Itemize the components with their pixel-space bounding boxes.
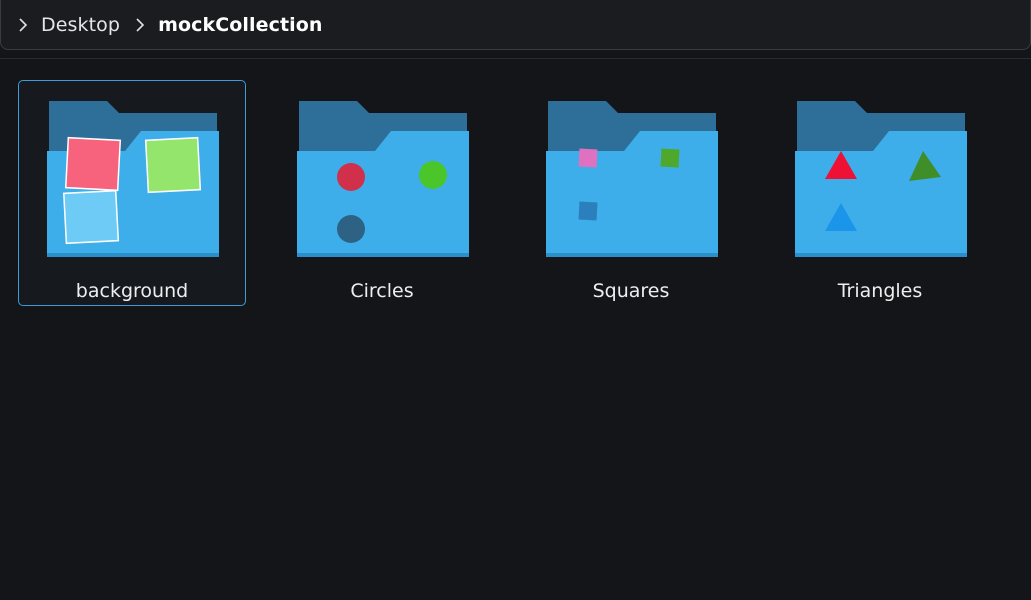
- folder-label: Triangles: [837, 280, 923, 302]
- breadcrumb-item-desktop[interactable]: Desktop: [41, 14, 120, 36]
- chevron-right-icon[interactable]: [15, 15, 31, 35]
- folder-label: Squares: [592, 280, 670, 302]
- breadcrumb: Desktop mockCollection: [0, 0, 1031, 50]
- folder-circles-icon: [297, 101, 469, 257]
- folder-triangles-icon: [795, 101, 967, 257]
- folder-item-triangles[interactable]: Triangles: [766, 80, 994, 306]
- folder-label: background: [75, 280, 189, 302]
- folder-item-circles[interactable]: Circles: [268, 80, 496, 306]
- chevron-right-icon[interactable]: [132, 15, 148, 35]
- folder-squares-icon: [546, 101, 718, 257]
- folder-item-background[interactable]: background: [18, 80, 246, 306]
- folder-background-icon: [47, 101, 219, 257]
- divider: [0, 58, 1031, 59]
- breadcrumb-item-mockcollection[interactable]: mockCollection: [158, 14, 323, 36]
- folder-label: Circles: [350, 280, 414, 302]
- folder-item-squares[interactable]: Squares: [517, 80, 745, 306]
